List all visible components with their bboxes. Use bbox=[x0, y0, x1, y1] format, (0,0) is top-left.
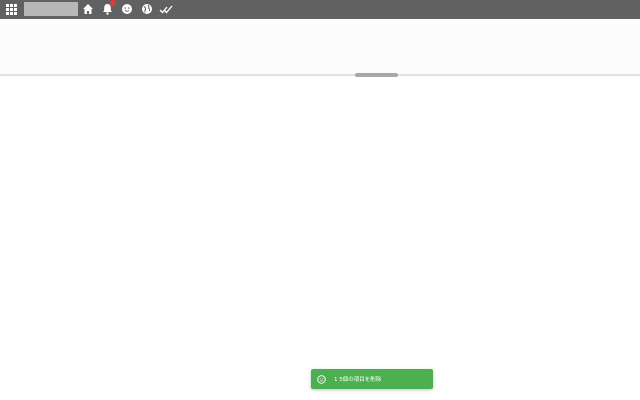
home-icon[interactable] bbox=[81, 2, 95, 16]
search-input[interactable] bbox=[24, 2, 78, 16]
double-check-icon[interactable] bbox=[159, 2, 173, 16]
apps-grid-icon[interactable] bbox=[4, 2, 18, 16]
notification-badge bbox=[110, 0, 116, 6]
top-toolbar bbox=[0, 0, 640, 19]
main-content-area bbox=[0, 77, 640, 400]
pane-divider bbox=[0, 74, 640, 76]
globe-icon[interactable] bbox=[140, 2, 154, 16]
sub-header bbox=[0, 19, 640, 75]
bell-icon[interactable] bbox=[100, 0, 116, 16]
toast-notification[interactable]: 1 5個の項目を削除 bbox=[311, 369, 433, 389]
toast-message: 1 5個の項目を削除 bbox=[334, 377, 382, 383]
smiley-face-icon bbox=[317, 374, 326, 384]
smiley-face-icon[interactable] bbox=[120, 2, 134, 16]
